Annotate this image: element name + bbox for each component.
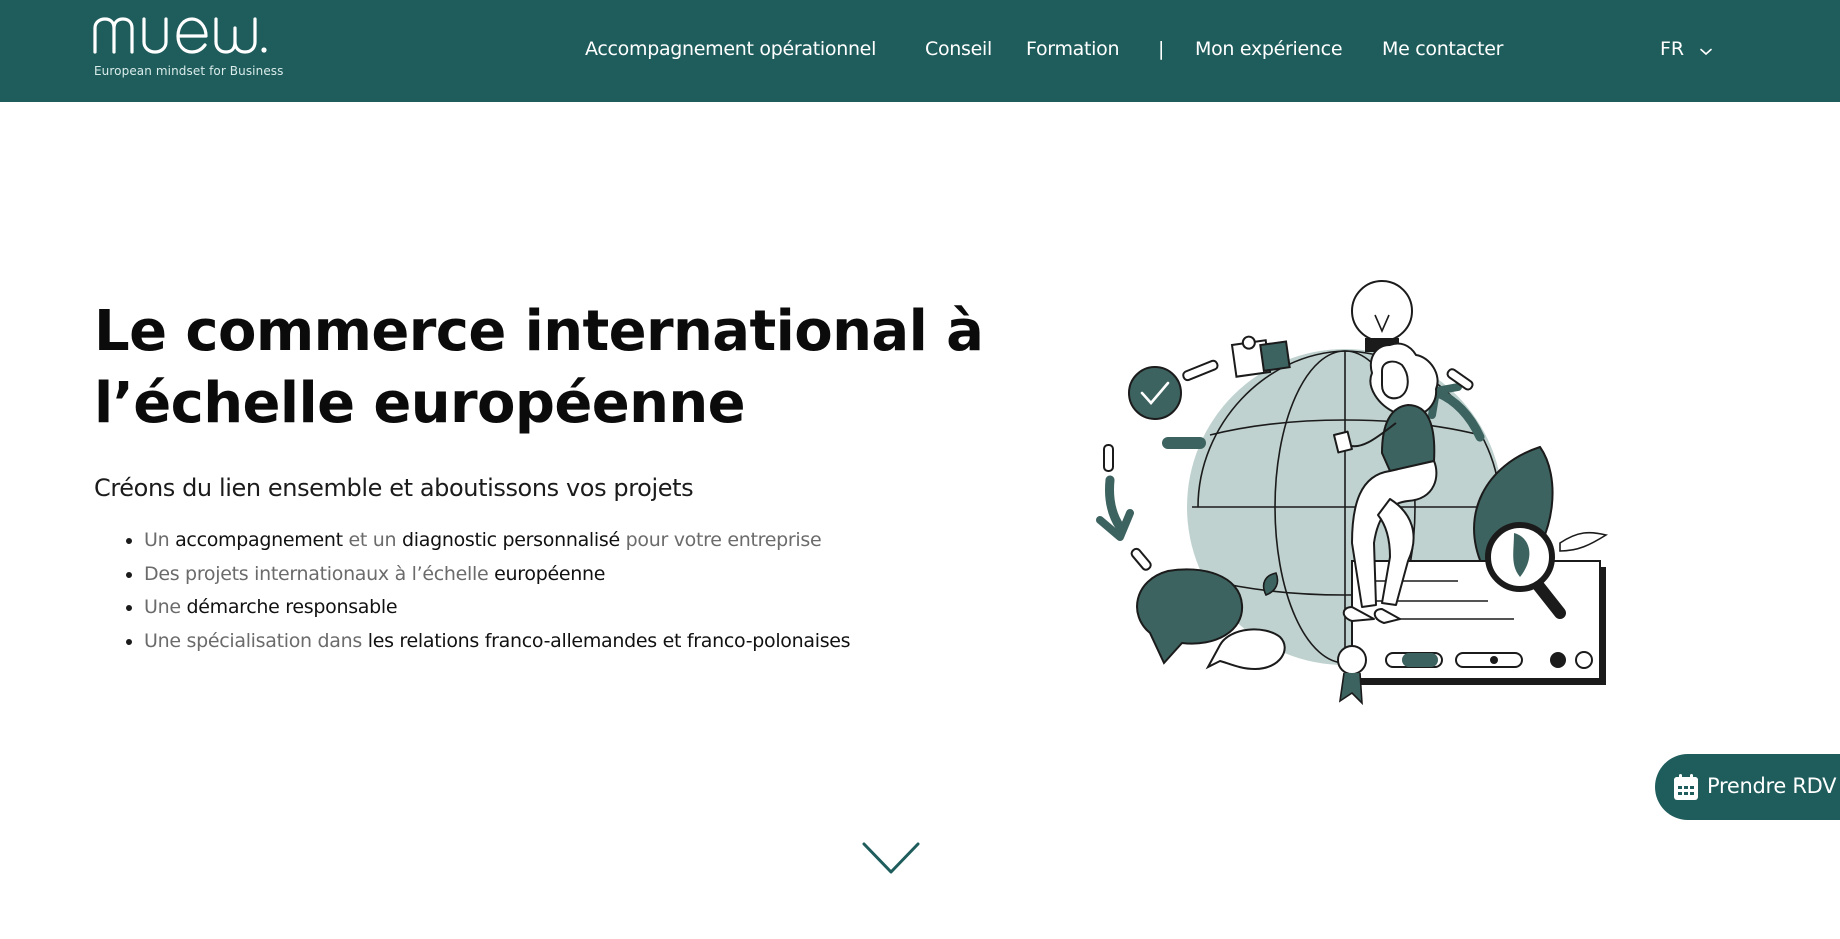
bullet-highlight: démarche responsable [186,596,398,618]
nav-item-formation[interactable]: Formation [1026,38,1120,60]
language-label: FR [1660,38,1685,60]
bullet-text: Un [144,529,176,551]
language-selector[interactable]: FR [1660,38,1712,61]
nav-item-experience[interactable]: Mon expérience [1195,38,1343,60]
chevron-down-icon [1700,39,1712,61]
list-item: Un accompagnement et un diagnostic perso… [144,524,850,558]
bullet-highlight: accompagnement [175,529,343,551]
hero-title-line1: Le commerce international à [94,299,984,364]
scroll-down-icon[interactable] [862,842,920,876]
nav-item-conseil[interactable]: Conseil [925,38,992,60]
bullet-text: et un [342,529,402,551]
logo-tagline: European mindset for Business [94,64,284,78]
globe-woman-illustration-icon [1096,280,1609,706]
nav-separator: | [1158,38,1165,60]
bullet-text: Des projets internationaux à l’échelle [144,562,495,585]
calendar-icon [1673,773,1699,806]
logo-wordmark-icon [93,17,267,54]
bullet-highlight: européenne [494,562,606,585]
site-header: European mindset for Business Accompagne… [0,0,1840,102]
bullet-text: Une [144,596,187,618]
book-appointment-label: Prendre RDV [1707,774,1837,798]
hero-title-line2: l’échelle européenne [94,371,746,436]
nav-item-contact[interactable]: Me contacter [1382,38,1503,60]
list-item: Une spécialisation dans les relations fr… [144,625,851,659]
hero-bullet-list: Un accompagnement et un diagnostic perso… [94,524,851,659]
bullet-highlight: diagnostic personnalisé [402,529,620,551]
hero-illustration [1090,275,1620,713]
bullet-text: pour votre entreprise [619,529,822,551]
list-item: Des projets internationaux à l’échelle e… [144,558,850,592]
logo[interactable]: European mindset for Business [92,14,288,82]
hero-title: Le commerce international à l’échelle eu… [94,296,994,440]
list-item: Une démarche responsable [144,591,850,625]
book-appointment-button[interactable]: Prendre RDV [1655,754,1840,820]
hero-subtitle: Créons du lien ensemble et aboutissons v… [94,474,694,502]
bullet-highlight: les relations franco-allemandes et franc… [367,629,851,652]
bullet-text: Une spécialisation dans [144,629,368,652]
nav-item-accompagnement[interactable]: Accompagnement opérationnel [585,38,876,60]
